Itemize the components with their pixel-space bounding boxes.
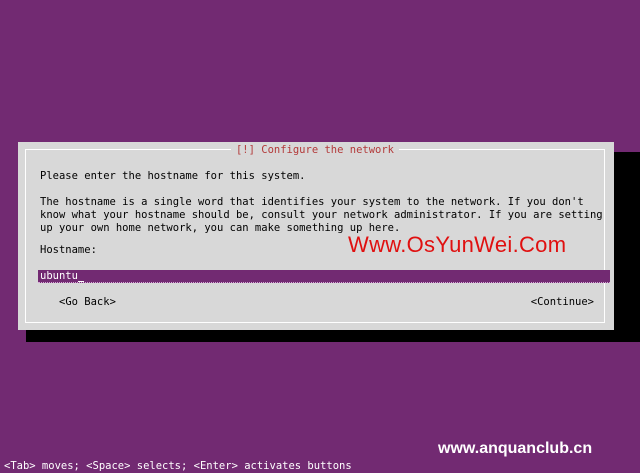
text-cursor (77, 281, 84, 282)
description-text: The hostname is a single word that ident… (40, 196, 603, 234)
hostname-input[interactable]: ubuntu (38, 270, 610, 283)
hostname-label: Hostname: (40, 244, 97, 256)
dialog-title-bar: [!] Configure the network (26, 143, 604, 157)
watermark-anquanclub: www.anquanclub.cn (438, 440, 593, 457)
hostname-value: ubuntu (40, 270, 78, 282)
status-bar: <Tab> moves; <Space> selects; <Enter> ac… (4, 460, 352, 472)
go-back-button[interactable]: <Go Back> (59, 296, 116, 309)
watermark-osyunwei: Www.OsYunWei.Com (348, 232, 567, 257)
continue-button[interactable]: <Continue> (531, 296, 594, 309)
intro-text: Please enter the hostname for this syste… (40, 170, 306, 182)
dialog-title: [!] Configure the network (230, 144, 400, 156)
